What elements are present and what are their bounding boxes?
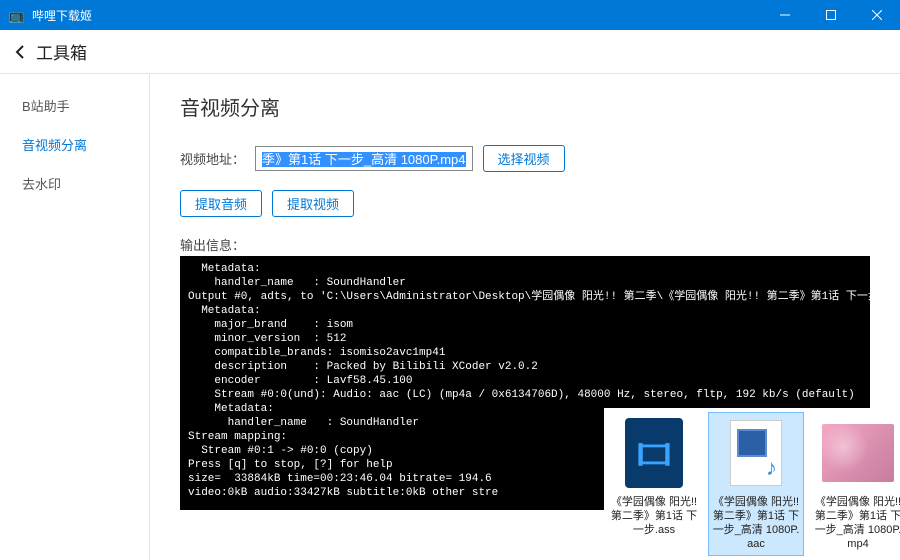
audio-file-icon: ♪ (730, 420, 782, 486)
extract-audio-button[interactable]: 提取音频 (180, 190, 262, 217)
file-name: 《学园偶像 阳光!! 第二季》第1话 下一步_高清 1080P.aac (711, 495, 801, 551)
back-button[interactable]: 工具箱 (12, 39, 87, 64)
output-label: 输出信息： (180, 235, 870, 254)
file-item[interactable]: 《学园偶像 阳光!! 第二季》第1话 下一步.ass (606, 412, 702, 556)
sidebar: B站助手 音视频分离 去水印 (0, 74, 150, 560)
file-name: 《学园偶像 阳光!! 第二季》第1话 下一步_高清 1080P.mp4 (813, 495, 900, 551)
file-item[interactable]: 《学园偶像 阳光!! 第二季》第1话 下一步_高清 1080P.mp4 (810, 412, 900, 556)
video-path-row: 视频地址： 季》第1话 下一步_高清 1080P.mp4 选择视频 (180, 145, 870, 172)
video-file-icon (625, 418, 683, 488)
main-content: 音视频分离 视频地址： 季》第1话 下一步_高清 1080P.mp4 选择视频 … (150, 74, 900, 560)
extract-video-button[interactable]: 提取视频 (272, 190, 354, 217)
chevron-left-icon (12, 44, 28, 60)
file-name: 《学园偶像 阳光!! 第二季》第1话 下一步.ass (609, 495, 699, 537)
close-button[interactable] (854, 0, 900, 30)
video-thumbnail-icon (822, 424, 894, 482)
action-row: 提取音频 提取视频 (180, 190, 870, 217)
header-title: 工具箱 (36, 39, 87, 64)
sidebar-item-bilibili-helper[interactable]: B站助手 (0, 86, 149, 125)
sidebar-item-av-split[interactable]: 音视频分离 (0, 125, 149, 164)
window-title: 哔哩下载姬 (32, 7, 762, 24)
maximize-button[interactable] (808, 0, 854, 30)
app-icon: 📺 (8, 8, 26, 22)
video-path-label: 视频地址： (180, 149, 245, 168)
sidebar-item-remove-watermark[interactable]: 去水印 (0, 164, 149, 203)
choose-video-button[interactable]: 选择视频 (483, 145, 565, 172)
minimize-button[interactable] (762, 0, 808, 30)
page-title: 音视频分离 (180, 92, 870, 121)
file-overlay: 《学园偶像 阳光!! 第二季》第1话 下一步.ass ♪ 《学园偶像 阳光!! … (604, 408, 900, 556)
titlebar: 📺 哔哩下载姬 (0, 0, 900, 30)
video-path-input[interactable]: 季》第1话 下一步_高清 1080P.mp4 (255, 146, 473, 171)
file-item[interactable]: ♪ 《学园偶像 阳光!! 第二季》第1话 下一步_高清 1080P.aac (708, 412, 804, 556)
header: 工具箱 (0, 30, 900, 74)
